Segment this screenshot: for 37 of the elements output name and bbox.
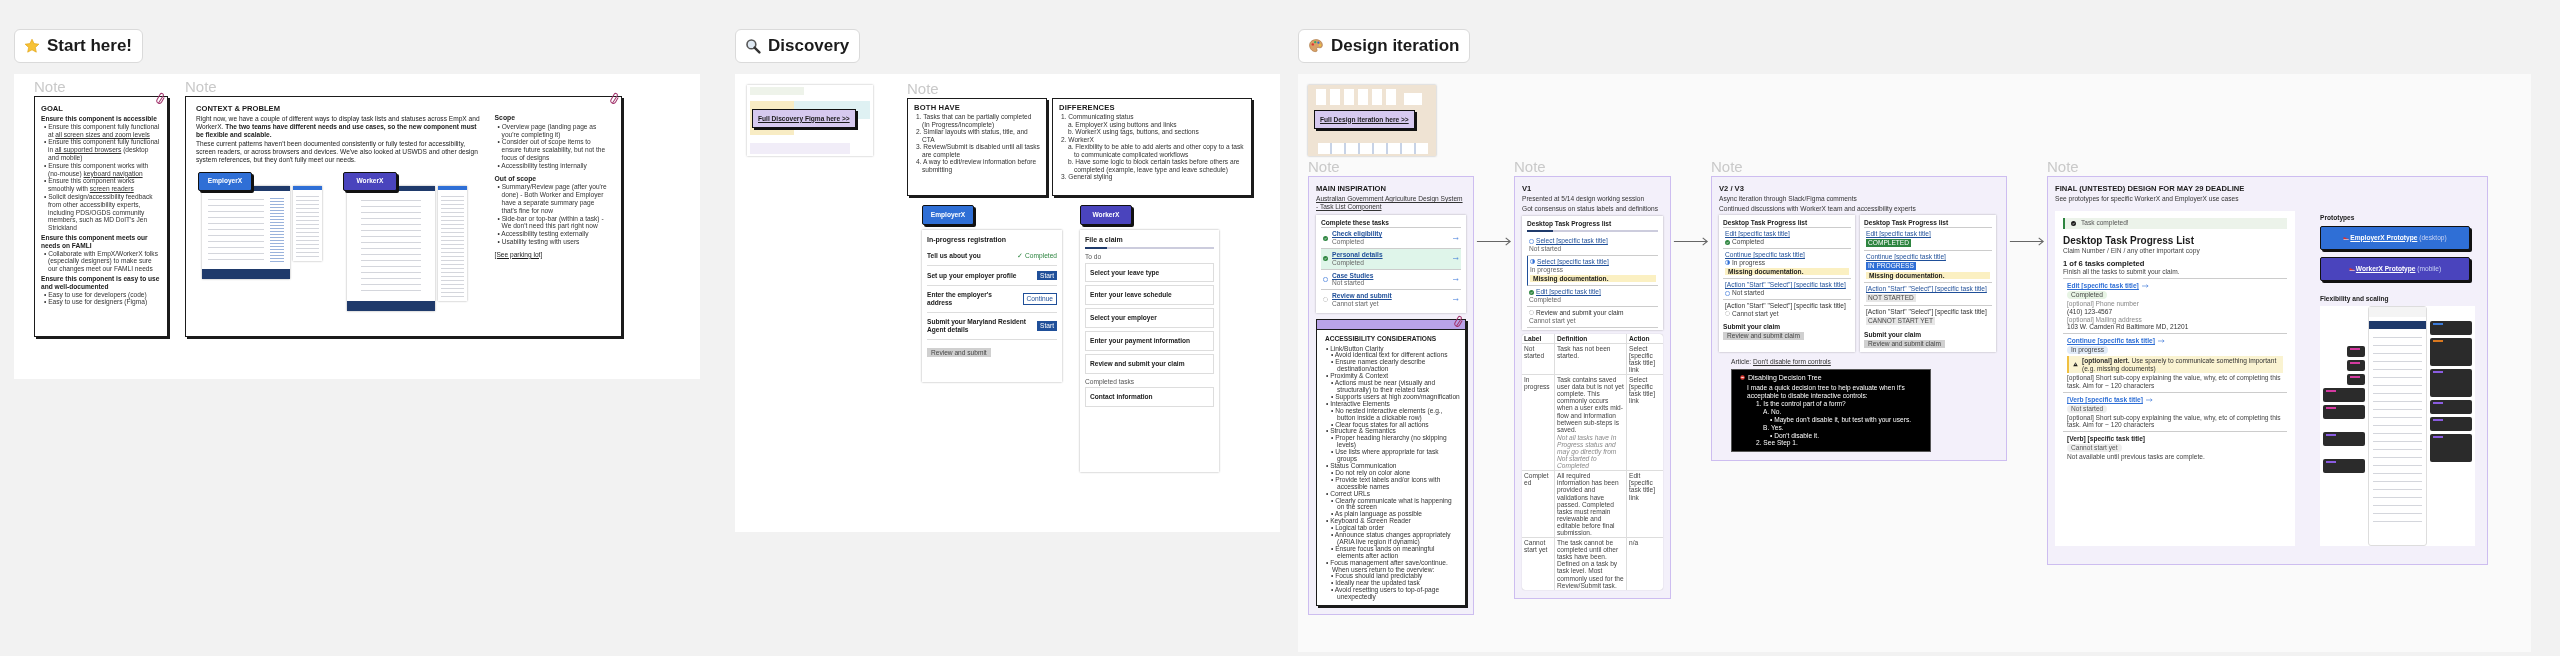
section-title[interactable]: Start here! — [14, 29, 144, 63]
section-title[interactable]: Design iteration — [1298, 29, 1471, 63]
check-circle-icon — [1323, 235, 1328, 241]
palette-icon — [1308, 38, 1324, 54]
arrow-icon — [2141, 284, 2149, 289]
check-circle-icon — [2071, 220, 2076, 226]
star-icon — [24, 38, 40, 54]
arrow-icon — [1453, 236, 1459, 240]
flow-arrow — [1476, 237, 1512, 246]
search-icon — [745, 38, 761, 54]
half-circle-icon — [1725, 260, 1730, 266]
flow-arrow — [1673, 237, 1709, 246]
warning-icon — [2073, 362, 2078, 367]
sneaker-icon — [2343, 235, 2350, 240]
paperclip-icon — [156, 92, 165, 105]
paperclip-icon — [610, 92, 619, 105]
flow-arrow — [2009, 237, 2045, 246]
check-circle-icon — [1725, 239, 1730, 245]
dashed-circle-icon — [1323, 297, 1328, 303]
arrow-icon — [2145, 397, 2153, 402]
arrow-icon — [1453, 277, 1459, 281]
circle-icon — [1323, 276, 1328, 282]
arrow-icon — [1453, 257, 1459, 261]
mockup-title: Desktop Task Progress List — [2063, 234, 2195, 247]
circle-icon — [1725, 290, 1730, 296]
paperclip-icon — [1454, 314, 1463, 328]
dashed-circle-icon — [1529, 310, 1534, 316]
check-circle-icon — [1323, 256, 1328, 262]
check-circle-icon — [1529, 289, 1534, 295]
arrow-icon — [2157, 339, 2165, 344]
arrow-icon — [1453, 298, 1459, 302]
section-title[interactable]: Discovery — [735, 29, 861, 63]
sneaker-icon — [2348, 266, 2355, 271]
half-circle-icon — [1530, 259, 1535, 265]
circle-icon — [1529, 238, 1534, 244]
dashed-circle-icon — [1725, 311, 1730, 317]
stop-icon — [1740, 375, 1745, 381]
